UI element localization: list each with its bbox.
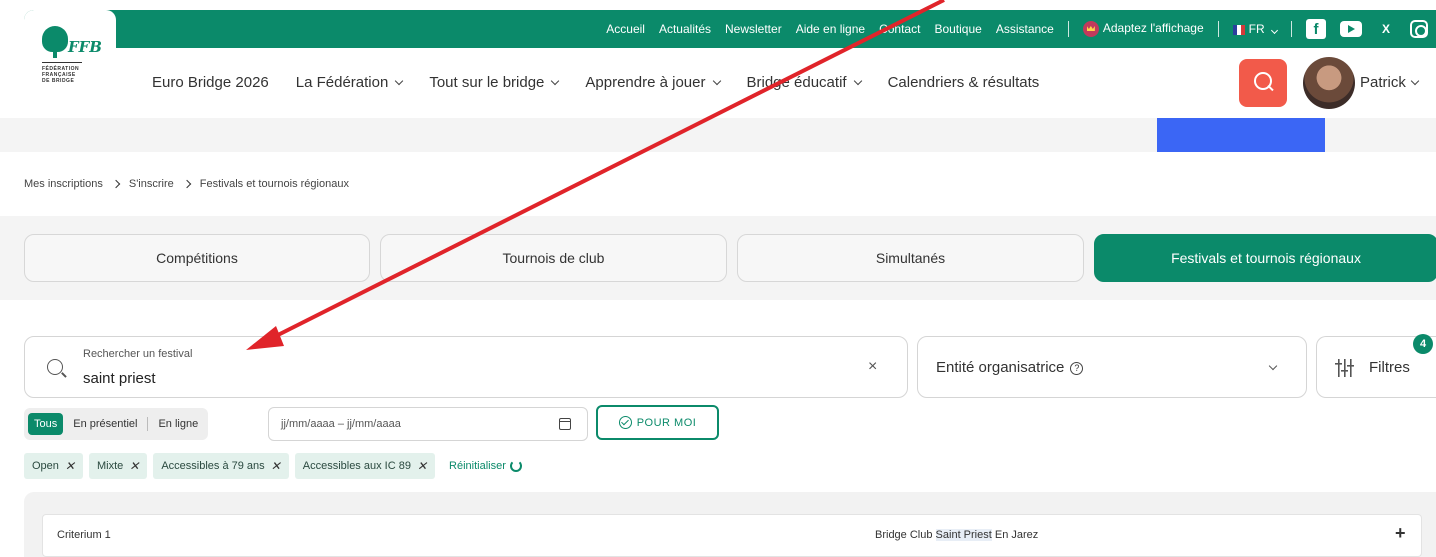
remove-chip-icon[interactable]: ✕ — [129, 459, 139, 473]
chip-open: Open ✕ — [24, 453, 83, 479]
divider — [147, 417, 149, 431]
chevron-down-icon — [712, 76, 721, 85]
utility-link-assistance[interactable]: Assistance — [996, 22, 1054, 36]
breadcrumb: Mes inscriptions S'inscrire Festivals et… — [24, 178, 349, 190]
mode-toggle: Tous En présentiel En ligne — [24, 408, 209, 440]
chevron-down-icon — [395, 76, 404, 85]
mode-option-en-ligne[interactable]: En ligne — [152, 413, 204, 435]
chevron-down-icon — [1270, 26, 1279, 35]
main-nav: Euro Bridge 2026 La Fédération Tout sur … — [152, 74, 1082, 91]
logo-subtitle: FÉDÉRATION FRANÇAISE DE BRIDGE — [42, 66, 80, 84]
breadcrumb-sinscrire[interactable]: S'inscrire — [129, 178, 174, 190]
ffb-logo[interactable]: FFB FÉDÉRATION FRANÇAISE DE BRIDGE — [24, 10, 116, 114]
divider — [1067, 21, 1069, 37]
display-settings-link[interactable]: Adaptez l'affichage — [1082, 21, 1204, 37]
calendar-icon[interactable] — [559, 418, 571, 430]
logo-brand: FFB — [68, 38, 102, 56]
entity-select[interactable]: Entité organisatrice? — [917, 336, 1307, 398]
tree-logo-icon — [42, 26, 68, 58]
for-me-button[interactable]: POUR MOI — [596, 405, 719, 440]
site-search-button[interactable] — [1239, 59, 1287, 107]
crown-icon — [1082, 21, 1099, 37]
nav-apprendre[interactable]: Apprendre à jouer — [585, 74, 721, 91]
chevron-right-icon — [111, 179, 121, 189]
utility-link-newsletter[interactable]: Newsletter — [725, 22, 782, 36]
tab-tournois-de-club[interactable]: Tournois de club — [380, 234, 727, 282]
filters-label: Filtres — [1369, 359, 1410, 376]
search-label: Rechercher un festival — [83, 348, 193, 360]
chevron-right-icon — [182, 179, 191, 189]
nav-federation[interactable]: La Fédération — [296, 74, 404, 91]
remove-chip-icon[interactable]: ✕ — [417, 459, 427, 473]
user-menu[interactable]: Patrick — [1360, 74, 1420, 91]
remove-chip-icon[interactable]: ✕ — [271, 459, 281, 473]
date-range-placeholder: jj/mm/aaaa – jj/mm/aaaa — [281, 418, 401, 430]
breadcrumb-current: Festivals et tournois régionaux — [199, 178, 349, 190]
chevron-down-icon — [1410, 76, 1420, 85]
chip-mixte: Mixte ✕ — [88, 453, 148, 479]
result-row[interactable]: Criterium 1 Bridge Club Saint Priest En … — [42, 514, 1422, 557]
facebook-icon[interactable]: f — [1306, 19, 1326, 39]
language-selector[interactable]: FR — [1232, 22, 1279, 36]
club-name: Bridge Club Saint Priest En Jarez — [875, 529, 1039, 541]
instagram-icon[interactable] — [1410, 20, 1428, 38]
mode-option-tous[interactable]: Tous — [28, 413, 64, 435]
nav-bridge-educatif[interactable]: Bridge éducatif — [747, 74, 862, 91]
help-icon[interactable]: ? — [1070, 362, 1084, 375]
avatar[interactable] — [1303, 57, 1355, 109]
utility-link-actualites[interactable]: Actualités — [659, 22, 711, 36]
tab-festivals[interactable]: Festivals et tournois régionaux — [1094, 234, 1436, 282]
filters-count-badge: 4 — [1413, 334, 1433, 354]
tab-competitions[interactable]: Compétitions — [24, 234, 370, 282]
refresh-icon — [509, 460, 522, 472]
chevron-down-icon — [1268, 361, 1278, 371]
search-input[interactable] — [83, 370, 843, 387]
nav-tout-sur-le-bridge[interactable]: Tout sur le bridge — [429, 74, 560, 91]
active-filter-chips: Open ✕ Mixte ✕ Accessibles à 79 ans ✕ Acces… — [24, 453, 522, 479]
clear-icon[interactable]: × — [868, 358, 877, 376]
nav-calendriers[interactable]: Calendriers & résultats — [888, 74, 1082, 91]
check-circle-icon — [618, 416, 632, 429]
nav-euro-bridge[interactable]: Euro Bridge 2026 — [152, 74, 269, 91]
festival-search-field[interactable]: Rechercher un festival × — [24, 336, 908, 398]
breadcrumb-mes-inscriptions[interactable]: Mes inscriptions — [24, 178, 103, 190]
french-flag-icon — [1232, 24, 1245, 35]
utility-link-boutique[interactable]: Boutique — [934, 22, 981, 36]
date-range-field[interactable]: jj/mm/aaaa – jj/mm/aaaa — [268, 407, 588, 441]
entity-label: Entité organisatrice? — [936, 359, 1084, 376]
remove-chip-icon[interactable]: ✕ — [65, 459, 75, 473]
youtube-icon[interactable] — [1340, 21, 1362, 37]
mode-option-presentiel[interactable]: En présentiel — [67, 413, 143, 435]
utility-link-contact[interactable]: Contact — [879, 22, 920, 36]
x-icon[interactable]: X — [1376, 19, 1396, 39]
chevron-down-icon — [551, 76, 560, 85]
chevron-down-icon — [853, 76, 862, 85]
divider — [1291, 21, 1292, 37]
divider — [1217, 21, 1219, 37]
tab-simultanes[interactable]: Simultanés — [737, 234, 1084, 282]
chip-ic: Accessibles aux IC 89 ✕ — [294, 453, 436, 479]
utility-nav: Accueil Actualités Newsletter Aide en li… — [606, 10, 1436, 48]
expand-icon[interactable]: + — [1395, 523, 1406, 544]
sliders-icon — [1335, 359, 1355, 377]
chip-age: Accessibles à 79 ans ✕ — [153, 453, 289, 479]
festival-name: Criterium 1 — [57, 529, 111, 541]
logo-rule — [42, 62, 82, 63]
reset-filters-button[interactable]: Réinitialiser — [449, 460, 522, 472]
search-highlight: Saint Priest — [935, 529, 992, 541]
top-utility-bar: Accueil Actualités Newsletter Aide en li… — [24, 10, 1436, 48]
utility-link-accueil[interactable]: Accueil — [606, 22, 645, 36]
utility-link-aide[interactable]: Aide en ligne — [796, 22, 865, 36]
blue-banner-block — [1157, 118, 1325, 152]
search-icon — [47, 359, 63, 375]
